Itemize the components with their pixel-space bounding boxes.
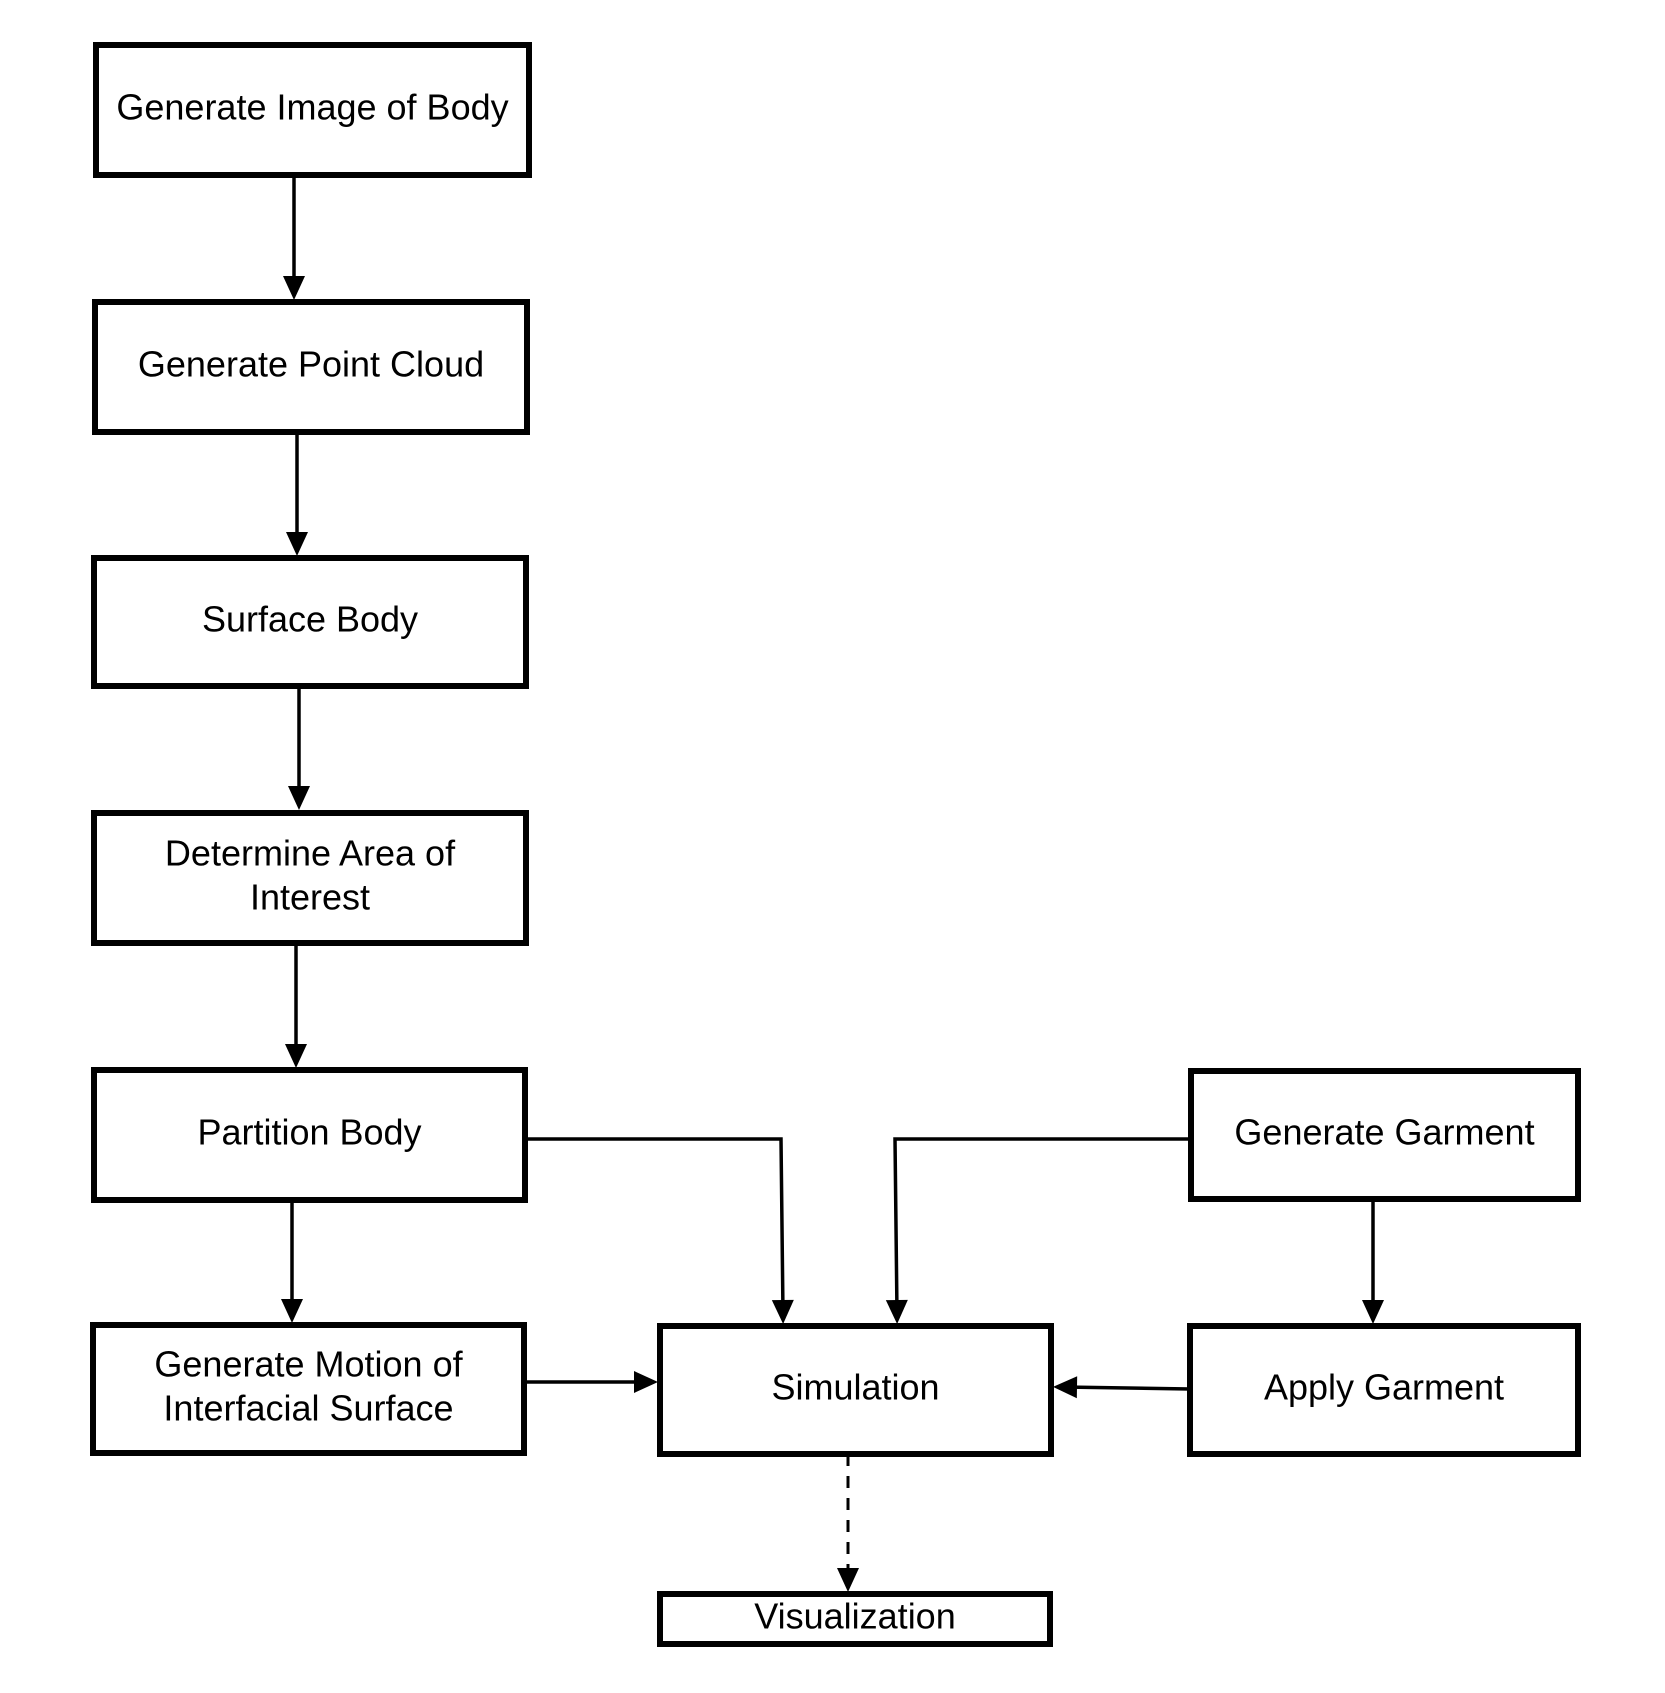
node-generate-garment: Generate Garment xyxy=(1188,1068,1581,1202)
edge-simulation-to-visualization xyxy=(837,1454,859,1592)
arrowhead-icon xyxy=(1053,1376,1078,1399)
arrowhead-icon xyxy=(285,1044,307,1068)
edge-generate_garment-to-simulation xyxy=(885,1137,1191,1324)
edge-partition_body-to-simulation xyxy=(525,1137,794,1324)
node-label: Surface Body xyxy=(202,599,418,640)
edge-surface_body-to-area_interest xyxy=(288,680,310,810)
edge-partition_body-to-motion_surface xyxy=(281,1200,303,1323)
arrowhead-icon xyxy=(885,1299,908,1324)
edge-generate_garment-to-apply_garment xyxy=(1362,1199,1384,1324)
edge-generate_image-to-point_cloud xyxy=(283,175,305,300)
node-label: Visualization xyxy=(754,1596,955,1637)
connector-line xyxy=(525,1137,785,1315)
node-label: Generate Motion of xyxy=(154,1344,463,1385)
node-apply-garment: Apply Garment xyxy=(1187,1323,1581,1457)
node-motion-surface: Generate Motion ofInterfacial Surface xyxy=(90,1322,527,1456)
node-label: Determine Area of xyxy=(165,833,456,874)
connector-line xyxy=(893,1137,1191,1315)
node-area-interest: Determine Area ofInterest xyxy=(91,810,529,946)
node-visualization: Visualization xyxy=(657,1591,1053,1647)
edge-apply_garment-to-simulation xyxy=(1053,1376,1191,1399)
connector-line xyxy=(1062,1385,1191,1391)
node-label: Generate Image of Body xyxy=(116,87,508,128)
arrowhead-icon xyxy=(771,1299,794,1324)
node-surface-body: Surface Body xyxy=(91,555,529,689)
node-label: Simulation xyxy=(771,1367,939,1408)
node-label: Apply Garment xyxy=(1264,1367,1504,1408)
node-label: Interest xyxy=(250,877,370,918)
edge-motion_surface-to-simulation xyxy=(524,1371,658,1393)
node-generate-image: Generate Image of Body xyxy=(93,42,532,178)
edge-point_cloud-to-surface_body xyxy=(286,432,308,556)
arrowhead-icon xyxy=(281,1299,303,1323)
node-simulation: Simulation xyxy=(657,1323,1054,1457)
node-point-cloud: Generate Point Cloud xyxy=(92,299,530,435)
node-label: Interfacial Surface xyxy=(163,1388,453,1429)
arrowhead-icon xyxy=(283,276,305,300)
arrowhead-icon xyxy=(634,1371,658,1393)
nodes-layer: Generate Image of Body Generate Point Clo… xyxy=(90,42,1581,1647)
arrowhead-icon xyxy=(837,1568,859,1592)
node-label: Generate Garment xyxy=(1234,1112,1534,1153)
flowchart-canvas: Generate Image of Body Generate Point Clo… xyxy=(90,42,1581,1647)
node-partition-body: Partition Body xyxy=(91,1067,528,1203)
edge-area_interest-to-partition_body xyxy=(285,943,307,1068)
node-label: Generate Point Cloud xyxy=(138,344,484,385)
node-label: Partition Body xyxy=(197,1112,421,1153)
arrowhead-icon xyxy=(288,786,310,810)
arrowhead-icon xyxy=(286,532,308,556)
arrowhead-icon xyxy=(1362,1300,1384,1324)
